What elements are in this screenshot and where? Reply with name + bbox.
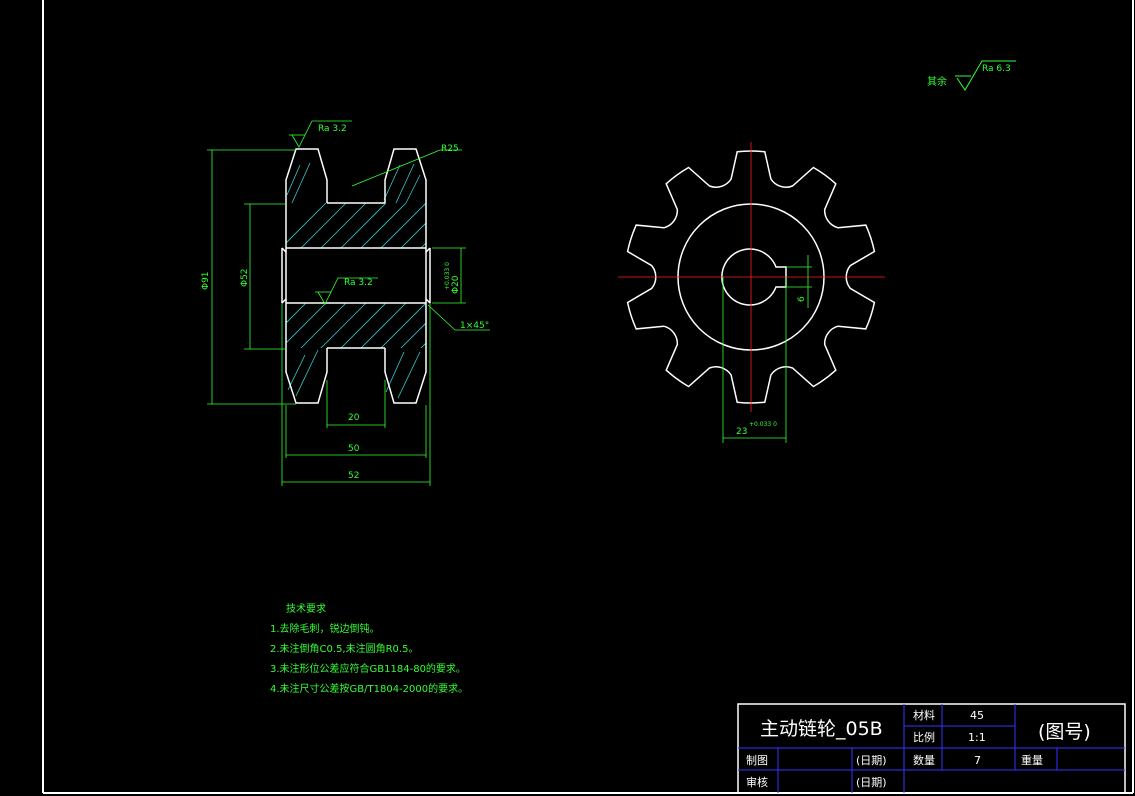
general-roughness: 其余 Ra 6.3 — [927, 60, 1016, 91]
roughness-bore: Ra 3.2 — [344, 278, 373, 288]
title-block: 主动链轮_05B 材料 45 比例 1:1 数量 7 重量 (图号) 制图 审核… — [737, 703, 1126, 794]
side-view: Φ91 Φ52 R25 Φ20 +0.033 0 1×45° 20 50 52 … — [201, 120, 490, 486]
centerlines — [618, 142, 885, 412]
dim-chamfer: 1×45° — [460, 321, 489, 331]
scale-value: 1:1 — [968, 731, 986, 744]
material-label: 材料 — [913, 708, 935, 722]
tech-requirement-4: 4.未注尺寸公差按GB/T1804-2000的要求。 — [270, 684, 469, 695]
dim-key-depth: 23 — [736, 427, 747, 437]
cad-drawing: 其余 Ra 6.3 Φ91 Φ52 R25 Φ20 +0.033 0 1×45°… — [42, 0, 1134, 794]
tech-requirement-2: 2.未注倒角C0.5,未注圆角R0.5。 — [270, 644, 419, 655]
tech-requirement-3: 3.未注形位公差应符合GB1184-80的要求。 — [270, 664, 466, 675]
weight-label: 重量 — [1021, 753, 1043, 767]
dim-outer-dia: Φ91 — [201, 271, 211, 290]
checked-label: 审核 — [746, 775, 768, 789]
qty-label: 数量 — [913, 754, 935, 767]
dim-key-width: 6 — [797, 296, 807, 302]
part-name: 主动链轮_05B — [760, 718, 883, 740]
drawn-date-label: (日期) — [856, 754, 887, 767]
checked-date-label: (日期) — [856, 776, 887, 789]
front-view: 23 +0.033 0 6 — [618, 142, 885, 443]
tech-requirement-1: 1.去除毛刺，锐边倒钝。 — [270, 624, 380, 635]
qty-value: 7 — [974, 754, 981, 767]
general-roughness-value: Ra 6.3 — [982, 64, 1011, 74]
dim-bore-dia: Φ20 — [451, 275, 461, 294]
drawn-label: 制图 — [746, 754, 768, 767]
dim-radius: R25 — [441, 144, 459, 154]
material-value: 45 — [970, 709, 984, 722]
technical-requirements: 技术要求 1.去除毛刺，锐边倒钝。 2.未注倒角C0.5,未注圆角R0.5。 3… — [270, 600, 468, 700]
dim-groove-width: 20 — [348, 413, 360, 423]
scale-label: 比例 — [913, 730, 935, 744]
dim-bore-tol: +0.033 0 — [444, 262, 451, 290]
drawing-frame — [42, 0, 1134, 794]
general-roughness-prefix: 其余 — [927, 75, 947, 88]
dim-mid-width: 50 — [348, 444, 360, 454]
tech-requirements-title: 技术要求 — [286, 604, 326, 615]
drawing-number: (图号) — [1038, 721, 1091, 743]
dim-key-depth-tol: +0.033 0 — [749, 421, 777, 428]
roughness-tooth-face: Ra 3.2 — [318, 124, 347, 134]
dim-total-width: 52 — [348, 471, 359, 481]
dim-hub-dia: Φ52 — [240, 268, 250, 287]
